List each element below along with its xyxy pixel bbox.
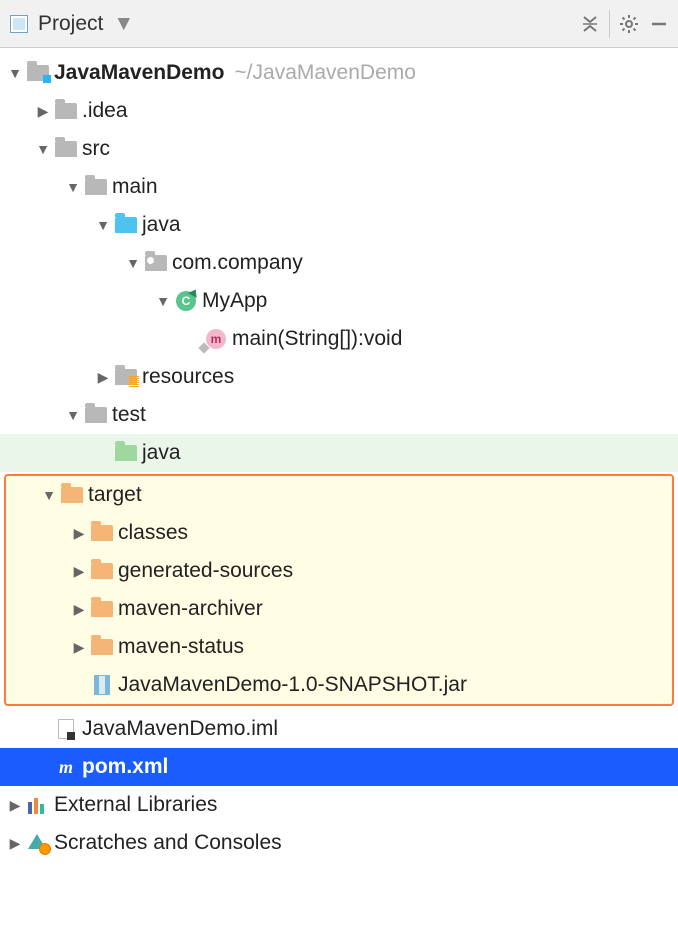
jar-icon (90, 674, 114, 696)
excluded-folder-icon (90, 560, 114, 582)
excluded-folder-icon (90, 522, 114, 544)
chevron-down-icon[interactable]: ▼ (62, 179, 84, 195)
tree-label: classes (118, 521, 188, 545)
chevron-right-icon[interactable]: ▶ (68, 525, 90, 542)
folder-icon (54, 138, 78, 160)
chevron-down-icon[interactable]: ▼ (32, 141, 54, 157)
tree-row-maven-status[interactable]: ▶ maven-status (6, 628, 672, 666)
tree-label: resources (142, 365, 234, 389)
chevron-down-icon[interactable]: ▼ (152, 293, 174, 309)
folder-icon (54, 100, 78, 122)
module-folder-icon (26, 62, 50, 84)
highlighted-target-box: ▼ target ▶ classes ▶ generated-sources ▶… (4, 474, 674, 706)
tree-label: src (82, 137, 110, 161)
iml-file-icon (54, 718, 78, 740)
tree-row-classes[interactable]: ▶ classes (6, 514, 672, 552)
tree-label: .idea (82, 99, 128, 123)
tree-label: java (142, 441, 181, 465)
tree-label: java (142, 213, 181, 237)
tree-row-test[interactable]: ▼ test (0, 396, 678, 434)
chevron-right-icon[interactable]: ▶ (68, 563, 90, 580)
tree-row-maven-archiver[interactable]: ▶ maven-archiver (6, 590, 672, 628)
tree-label: maven-status (118, 635, 244, 659)
tree-label: generated-sources (118, 559, 293, 583)
libraries-icon (26, 794, 50, 816)
folder-icon (84, 404, 108, 426)
toolbar-title[interactable]: Project (38, 12, 103, 36)
dropdown-arrow-icon[interactable]: ▼ (113, 12, 134, 36)
tree-row-resources[interactable]: ▶ resources (0, 358, 678, 396)
chevron-right-icon[interactable]: ▶ (4, 797, 26, 814)
project-view-icon[interactable] (8, 13, 30, 35)
chevron-right-icon[interactable]: ▶ (68, 639, 90, 656)
excluded-folder-icon (90, 636, 114, 658)
chevron-right-icon[interactable]: ▶ (4, 835, 26, 852)
tree-label: JavaMavenDemo-1.0-SNAPSHOT.jar (118, 673, 467, 697)
tree-label: target (88, 483, 142, 507)
collapse-icon[interactable] (579, 13, 601, 35)
chevron-right-icon[interactable]: ▶ (32, 103, 54, 120)
excluded-folder-icon (90, 598, 114, 620)
resources-folder-icon (114, 366, 138, 388)
tree-label: Scratches and Consoles (54, 831, 282, 855)
tree-row-jar[interactable]: ▶ JavaMavenDemo-1.0-SNAPSHOT.jar (6, 666, 672, 704)
test-folder-icon (114, 442, 138, 464)
tree-row-iml[interactable]: ▶ JavaMavenDemo.iml (0, 710, 678, 748)
scratches-icon (26, 832, 50, 854)
package-icon (144, 252, 168, 274)
tree-row-class[interactable]: ▼ C MyApp (0, 282, 678, 320)
tree-row-java-test[interactable]: ▶ java (0, 434, 678, 472)
minimize-icon[interactable] (648, 13, 670, 35)
tree-row-generated-sources[interactable]: ▶ generated-sources (6, 552, 672, 590)
chevron-down-icon[interactable]: ▼ (122, 255, 144, 271)
project-tree: ▼ JavaMavenDemo ~/JavaMavenDemo ▶ .idea … (0, 48, 678, 862)
chevron-down-icon[interactable]: ▼ (4, 65, 26, 81)
tree-label: main (112, 175, 158, 199)
tree-label: maven-archiver (118, 597, 263, 621)
tree-label: com.company (172, 251, 303, 275)
gear-icon[interactable] (618, 13, 640, 35)
toolbar-project: Project ▼ (0, 0, 678, 48)
chevron-down-icon[interactable]: ▼ (62, 407, 84, 423)
tree-row-target[interactable]: ▼ target (6, 476, 672, 514)
tree-row-pom[interactable]: ▶ m pom.xml (0, 748, 678, 786)
chevron-right-icon[interactable]: ▶ (92, 369, 114, 386)
tree-row-scratches[interactable]: ▶ Scratches and Consoles (0, 824, 678, 862)
tree-label: JavaMavenDemo.iml (82, 717, 278, 741)
folder-icon (84, 176, 108, 198)
tree-label: test (112, 403, 146, 427)
tree-row-java-main[interactable]: ▼ java (0, 206, 678, 244)
tree-label: pom.xml (82, 755, 168, 779)
method-icon: m (204, 328, 228, 350)
maven-file-icon: m (54, 756, 78, 778)
tree-row-main[interactable]: ▼ main (0, 168, 678, 206)
class-icon: C (174, 290, 198, 312)
tree-row-root[interactable]: ▼ JavaMavenDemo ~/JavaMavenDemo (0, 54, 678, 92)
tree-row-method[interactable]: ▶ m main(String[]):void (0, 320, 678, 358)
chevron-down-icon[interactable]: ▼ (92, 217, 114, 233)
source-folder-icon (114, 214, 138, 236)
chevron-down-icon[interactable]: ▼ (38, 487, 60, 503)
tree-hint: ~/JavaMavenDemo (234, 61, 416, 85)
chevron-right-icon[interactable]: ▶ (68, 601, 90, 618)
tree-row-package[interactable]: ▼ com.company (0, 244, 678, 282)
excluded-folder-icon (60, 484, 84, 506)
tree-row-idea[interactable]: ▶ .idea (0, 92, 678, 130)
tree-label: JavaMavenDemo (54, 61, 224, 85)
tree-label: MyApp (202, 289, 267, 313)
tree-row-src[interactable]: ▼ src (0, 130, 678, 168)
tree-label: main(String[]):void (232, 327, 402, 351)
tree-label: External Libraries (54, 793, 217, 817)
tree-row-external-libraries[interactable]: ▶ External Libraries (0, 786, 678, 824)
